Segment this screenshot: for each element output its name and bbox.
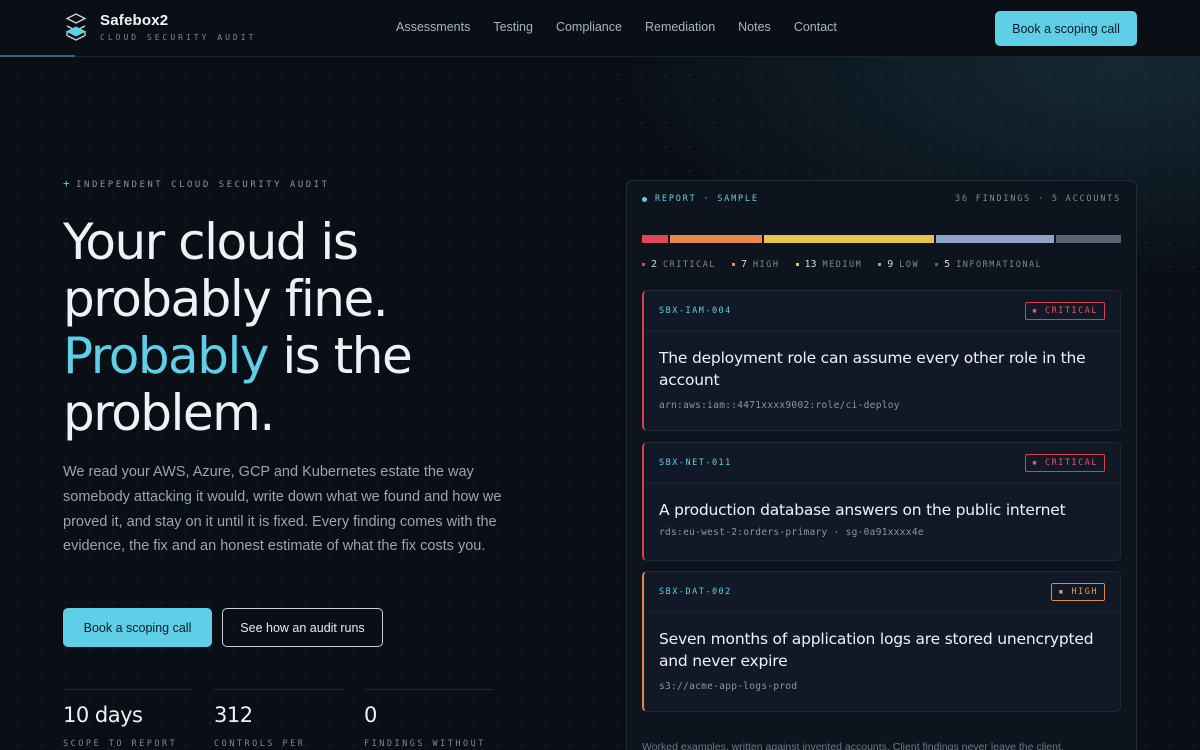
legend-count: 13 [804,259,817,270]
brand-name: Safebox2 [100,12,169,29]
stat-scope: 10 days SCOPE TO REPORT [63,689,193,749]
finding-card[interactable]: SBX-IAM-004 ▪ CRITICAL The deployment ro… [642,290,1121,431]
legend-item-low: 9 LOW [878,259,919,270]
brand-tagline: CLOUD SECURITY AUDIT [100,33,257,42]
hero-headline: Your cloud is probably fine. Probably is… [63,214,563,442]
severity-segment-informational [1055,235,1121,243]
legend-count: 7 [740,259,748,270]
finding-header: SBX-DAT-002 ▪ HIGH [644,572,1120,612]
stat-controls: 312 CONTROLS PER [214,689,344,749]
hero-eyebrow: + INDEPENDENT CLOUD SECURITY AUDIT [63,177,330,190]
finding-resource: arn:aws:iam::4471xxxx9002:role/ci-deploy [659,400,900,411]
legend-count: 2 [651,259,658,270]
headline-accent-word: Probably [63,327,269,385]
legend-item-critical: 2 CRITICAL [642,259,716,270]
finding-card[interactable]: SBX-DAT-002 ▪ HIGH Seven months of appli… [642,571,1121,712]
report-footnote: Worked examples, written against invente… [642,741,1064,750]
severity-badge: ▪ CRITICAL [1024,453,1105,472]
severity-segment-critical [642,235,669,243]
legend-item-informational: 5 INFORMATIONAL [935,259,1042,270]
severity-badge: ▪ HIGH [1051,582,1105,601]
legend-swatch [642,263,645,266]
finding-header: SBX-NET-011 ▪ CRITICAL [644,443,1120,483]
stat-label: SCOPE TO REPORT [63,739,178,749]
severity-segment-high [670,235,762,243]
finding-resource: rds:eu-west-2:orders-primary · sg-0a91xx… [659,527,924,538]
finding-id: SBX-DAT-002 [659,586,732,597]
report-label: REPORT · SAMPLE [642,194,759,204]
main-menu: Assessments Testing Compliance Remediati… [396,20,837,34]
finding-id: SBX-IAM-004 [659,305,732,316]
nav-link-testing[interactable]: Testing [493,20,533,34]
stat-value: 0 [364,703,377,727]
finding-card[interactable]: SBX-NET-011 ▪ CRITICAL A production data… [642,442,1121,561]
nav-book-call-button[interactable]: Book a scoping call [995,11,1137,46]
headline-line-1: Your cloud is [63,213,359,271]
legend-count: 9 [887,259,894,270]
status-dot-icon [642,196,647,202]
top-navigation: Safebox2 CLOUD SECURITY AUDIT Assessment… [0,0,1200,57]
report-header: REPORT · SAMPLE 36 FINDINGS · 5 ACCOUNTS [642,194,1121,204]
nav-link-notes[interactable]: Notes [738,20,771,34]
legend-swatch [878,263,882,266]
severity-distribution-bar [642,235,1121,243]
severity-badge: ▪ CRITICAL [1024,301,1105,320]
hero-description: We read your AWS, Azure, GCP and Kuberne… [63,464,502,555]
legend-item-medium: 13 MEDIUM [795,259,863,270]
nav-link-assessments[interactable]: Assessments [396,20,470,34]
see-audit-button[interactable]: See how an audit runs [222,608,383,647]
legend-label: MEDIUM [822,259,863,270]
legend-swatch [731,263,735,266]
legend-label: HIGH [753,259,780,270]
stat-value: 312 [214,703,253,727]
headline-line-3: is the [267,327,412,385]
stat-label: FINDINGS WITHOUT [364,739,486,749]
severity-segment-medium [763,235,934,243]
report-count: 36 FINDINGS · 5 ACCOUNTS [954,194,1121,204]
legend-label: LOW [899,259,920,270]
hero-eyebrow-text: INDEPENDENT CLOUD SECURITY AUDIT [76,180,330,190]
finding-title: Seven months of application logs are sto… [659,630,1094,670]
nav-link-contact[interactable]: Contact [794,20,837,34]
headline-line-2: probably fine. [63,270,389,328]
nav-link-compliance[interactable]: Compliance [556,20,622,34]
finding-title: A production database answers on the pub… [659,501,1066,519]
finding-header: SBX-IAM-004 ▪ CRITICAL [644,291,1120,331]
cube-logo-icon [65,13,87,41]
headline-line-4: problem. [63,384,275,442]
severity-legend: 2 CRITICAL 7 HIGH 13 MEDIUM 9 LOW 5 INFORMATIONAL [642,259,1042,270]
legend-count: 5 [944,259,951,270]
brand[interactable]: Safebox2 CLOUD SECURITY AUDIT [64,12,256,42]
legend-swatch [935,263,939,266]
plus-icon: + [63,177,73,190]
stat-label: CONTROLS PER [214,739,306,749]
legend-label: CRITICAL [663,259,716,270]
legend-swatch [795,263,799,266]
stat-findings: 0 FINDINGS WITHOUT [364,689,494,749]
legend-item-high: 7 HIGH [731,259,780,270]
report-label-text: REPORT · SAMPLE [655,194,759,204]
legend-label: INFORMATIONAL [956,259,1043,270]
book-scoping-call-button[interactable]: Book a scoping call [63,608,212,647]
finding-id: SBX-NET-011 [659,457,732,468]
nav-link-remediation[interactable]: Remediation [645,20,715,34]
nav-active-indicator [0,55,75,57]
sample-report-panel: REPORT · SAMPLE 36 FINDINGS · 5 ACCOUNTS… [626,180,1137,750]
severity-segment-low [935,235,1054,243]
stat-value: 10 days [63,703,143,727]
finding-title: The deployment role can assume every oth… [659,349,1086,389]
finding-resource: s3://acme-app-logs-prod [659,681,798,692]
